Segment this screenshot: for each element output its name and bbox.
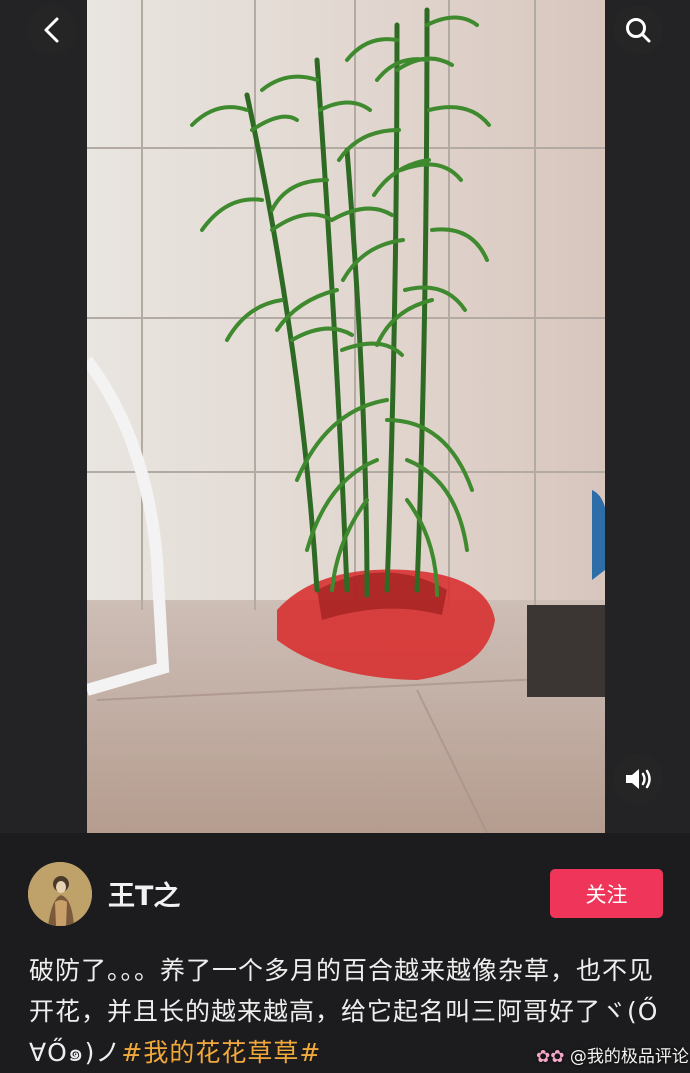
avatar[interactable]	[28, 862, 92, 926]
search-button[interactable]	[613, 5, 663, 55]
watermark-flower-icon: ✿✿	[536, 1047, 565, 1067]
portrait-avatar-image	[28, 862, 92, 926]
speaker-volume-icon	[626, 769, 651, 789]
video-player[interactable]	[87, 0, 605, 833]
search-icon	[626, 18, 651, 43]
video-area	[0, 0, 690, 833]
hashtag-trailing[interactable]: #	[299, 1038, 321, 1067]
follow-button[interactable]: 关注	[550, 869, 663, 918]
watermark: ✿✿ @我的极品评论	[536, 1042, 689, 1067]
volume-button[interactable]	[613, 754, 663, 804]
lily-plant-video-frame	[87, 0, 605, 833]
author-name[interactable]: 王T之	[108, 874, 180, 913]
hashtag-link[interactable]: #我的花花草草	[121, 1038, 299, 1067]
chevron-left-icon	[44, 17, 59, 43]
watermark-text: @我的极品评论	[569, 1047, 689, 1067]
back-button[interactable]	[27, 5, 77, 55]
